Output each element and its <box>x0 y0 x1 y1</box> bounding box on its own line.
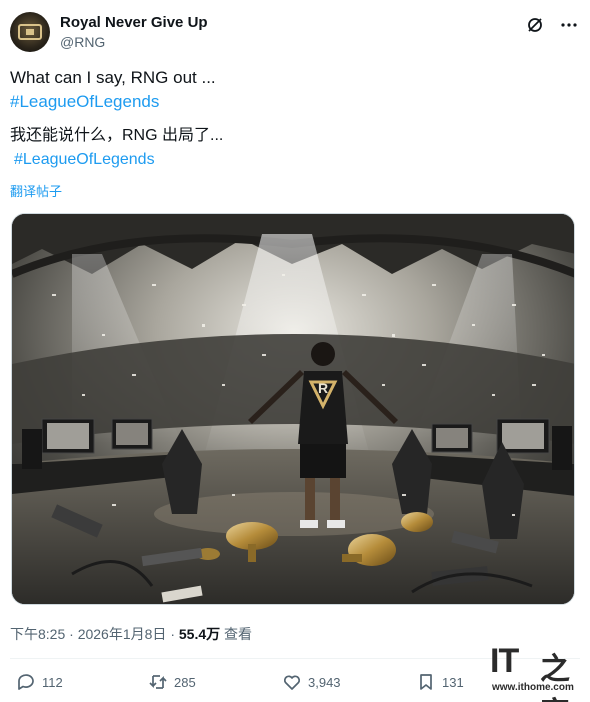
heart-icon <box>284 675 300 690</box>
watermark-it: IT <box>490 642 519 680</box>
meta-separator: · <box>170 626 175 642</box>
hashtag-link-en[interactable]: #LeagueOfLegends <box>10 90 580 114</box>
author-handle[interactable]: @RNG <box>60 34 105 50</box>
jersey-logo: R <box>318 380 328 396</box>
view-label: 查看 <box>224 626 253 642</box>
bookmark-count: 131 <box>442 674 464 690</box>
author-display-name[interactable]: Royal Never Give Up <box>60 14 208 31</box>
post-time[interactable]: 下午8:25 <box>10 626 65 642</box>
ithome-watermark: IT 之家 www.ithome.com <box>490 642 582 702</box>
tweet-image[interactable]: R <box>11 213 575 605</box>
more-icon[interactable] <box>558 14 580 36</box>
post-date[interactable]: 2026年1月8日 <box>78 626 167 642</box>
repost-icon <box>149 675 167 689</box>
like-count: 3,943 <box>308 674 341 690</box>
repost-button[interactable]: 285 <box>148 672 196 692</box>
rng-logo-icon <box>18 24 42 40</box>
reply-count: 112 <box>42 674 63 690</box>
watermark-zh: 之家 <box>540 653 570 702</box>
grok-icon[interactable] <box>524 14 546 36</box>
bookmark-button[interactable]: 131 <box>416 672 464 692</box>
tweet-text-en: What can I say, RNG out ... <box>10 68 216 87</box>
tweet-header: Royal Never Give Up @RNG <box>10 12 580 56</box>
tweet-meta: 下午8:25 · 2026年1月8日 · 55.4万 查看 <box>10 624 252 644</box>
tweet-text-zh: 我还能说什么，RNG 出局了... <box>10 127 224 144</box>
watermark-url: www.ithome.com <box>492 682 574 693</box>
bookmark-icon <box>420 674 432 690</box>
meta-separator: · <box>69 626 74 642</box>
like-button[interactable]: 3,943 <box>282 672 341 692</box>
reply-button[interactable]: 112 <box>16 672 63 692</box>
hashtag-link-zh[interactable]: #LeagueOfLegends <box>10 148 580 172</box>
reply-icon <box>18 674 34 690</box>
header-actions <box>524 14 580 36</box>
tweet-body: What can I say, RNG out ... #LeagueOfLeg… <box>10 66 580 172</box>
translate-post-link[interactable]: 翻译帖子 <box>10 181 62 200</box>
avatar[interactable] <box>10 12 50 52</box>
view-count: 55.4万 <box>178 626 221 642</box>
repost-count: 285 <box>174 674 196 690</box>
arena-illustration: R <box>12 214 574 604</box>
